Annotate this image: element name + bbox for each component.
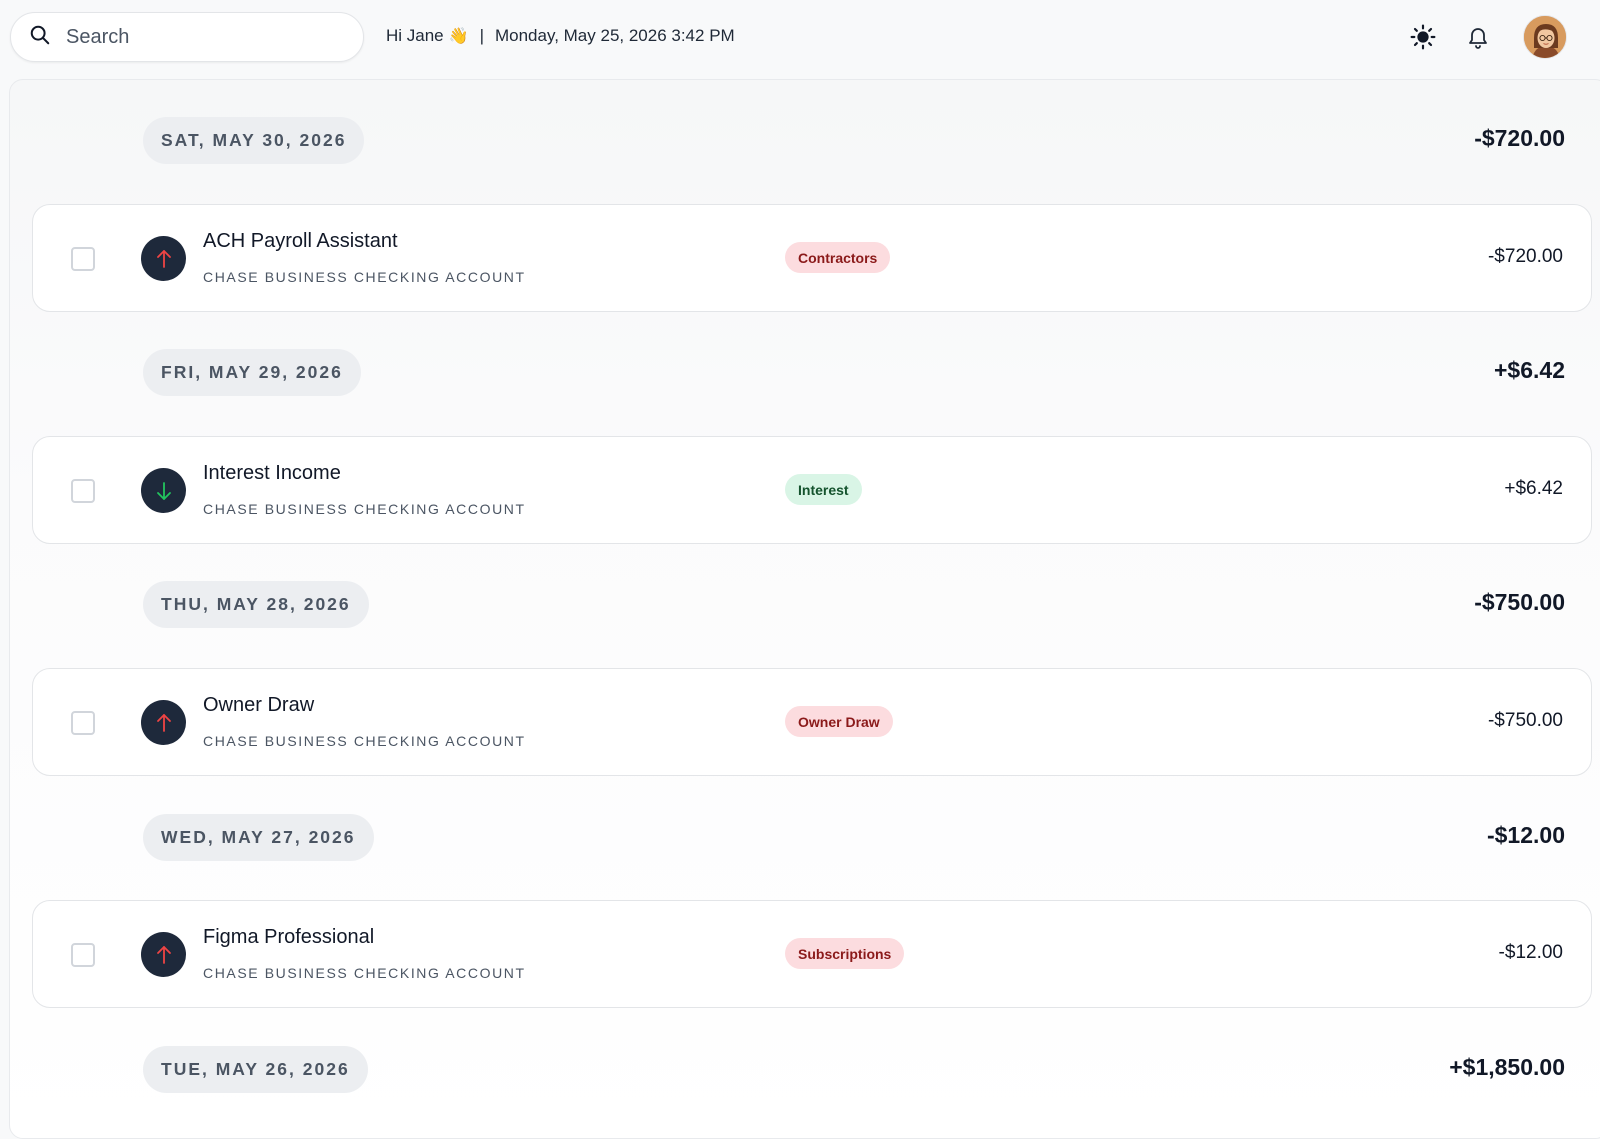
bell-icon (1469, 28, 1487, 49)
date-group-header: WED, MAY 27, 2026 -$12.00 (10, 814, 1600, 864)
transaction-amount: -$750.00 (1487, 710, 1563, 731)
date-pill: WED, MAY 27, 2026 (143, 814, 374, 861)
up-arrow-icon (141, 700, 186, 745)
avatar-portrait-icon (1524, 16, 1566, 58)
date-group-header: SAT, MAY 30, 2026 -$720.00 (10, 117, 1600, 167)
greeting-line: Hi Jane 👋 | Monday, May 25, 2026 3:42 PM (386, 26, 735, 46)
category-tag[interactable]: Owner Draw (785, 706, 893, 737)
sun-icon (1410, 24, 1436, 50)
search-input[interactable] (66, 25, 326, 49)
day-total: -$750.00 (1474, 589, 1565, 615)
transaction-row[interactable]: ACH Payroll Assistant CHASE BUSINESS CHE… (32, 204, 1592, 312)
date-group-header: THU, MAY 28, 2026 -$750.00 (10, 581, 1600, 631)
transaction-row[interactable]: Owner Draw CHASE BUSINESS CHECKING ACCOU… (32, 668, 1592, 776)
date-pill: SAT, MAY 30, 2026 (143, 117, 365, 164)
category-tag[interactable]: Interest (785, 474, 862, 505)
down-arrow-icon (141, 468, 186, 513)
up-arrow-icon (141, 236, 186, 281)
category-tag[interactable]: Subscriptions (785, 938, 905, 969)
date-group-header: FRI, MAY 29, 2026 +$6.42 (10, 349, 1600, 399)
day-total: +$1,850.00 (1449, 1054, 1565, 1080)
day-total: -$720.00 (1474, 125, 1565, 151)
theme-toggle-button[interactable] (1408, 22, 1438, 52)
day-total: -$12.00 (1486, 822, 1565, 848)
transaction-account: CHASE BUSINESS CHECKING ACCOUNT (203, 269, 526, 285)
transaction-row[interactable]: Figma Professional CHASE BUSINESS CHECKI… (32, 900, 1592, 1008)
day-total: +$6.42 (1494, 357, 1565, 383)
transaction-amount: -$720.00 (1487, 246, 1563, 267)
notifications-button[interactable] (1463, 22, 1493, 52)
transaction-name: Interest Income (203, 462, 341, 484)
category-tag[interactable]: Contractors (785, 242, 891, 273)
greeting-separator: | (479, 26, 484, 45)
user-avatar[interactable] (1523, 15, 1567, 59)
transaction-row[interactable]: Interest Income CHASE BUSINESS CHECKING … (32, 436, 1592, 544)
transaction-name: Figma Professional (203, 926, 375, 948)
transactions-panel: SAT, MAY 30, 2026 -$720.00 ACH Payroll A… (9, 79, 1600, 1139)
search-icon (29, 24, 51, 51)
transaction-amount: -$12.00 (1498, 942, 1563, 963)
transaction-checkbox[interactable] (71, 711, 95, 735)
waving-hand-icon: 👋 (448, 28, 469, 45)
transaction-checkbox[interactable] (71, 247, 95, 271)
top-bar: Hi Jane 👋 | Monday, May 25, 2026 3:42 PM (0, 0, 1600, 76)
transaction-checkbox[interactable] (71, 479, 95, 503)
transaction-amount: +$6.42 (1504, 478, 1563, 499)
date-pill: TUE, MAY 26, 2026 (143, 1046, 368, 1093)
current-datetime: Monday, May 25, 2026 3:42 PM (494, 26, 735, 45)
greeting-text: Hi Jane (386, 26, 444, 45)
transaction-name: Owner Draw (203, 694, 315, 716)
transaction-account: CHASE BUSINESS CHECKING ACCOUNT (203, 965, 526, 981)
date-pill: FRI, MAY 29, 2026 (143, 349, 361, 396)
up-arrow-icon (141, 932, 186, 977)
transaction-name: ACH Payroll Assistant (203, 230, 398, 252)
search-bar[interactable] (10, 12, 364, 62)
date-group-header: TUE, MAY 26, 2026 +$1,850.00 (10, 1046, 1600, 1096)
date-pill: THU, MAY 28, 2026 (143, 581, 369, 628)
transaction-account: CHASE BUSINESS CHECKING ACCOUNT (203, 501, 526, 517)
transaction-checkbox[interactable] (71, 943, 95, 967)
transaction-account: CHASE BUSINESS CHECKING ACCOUNT (203, 733, 526, 749)
